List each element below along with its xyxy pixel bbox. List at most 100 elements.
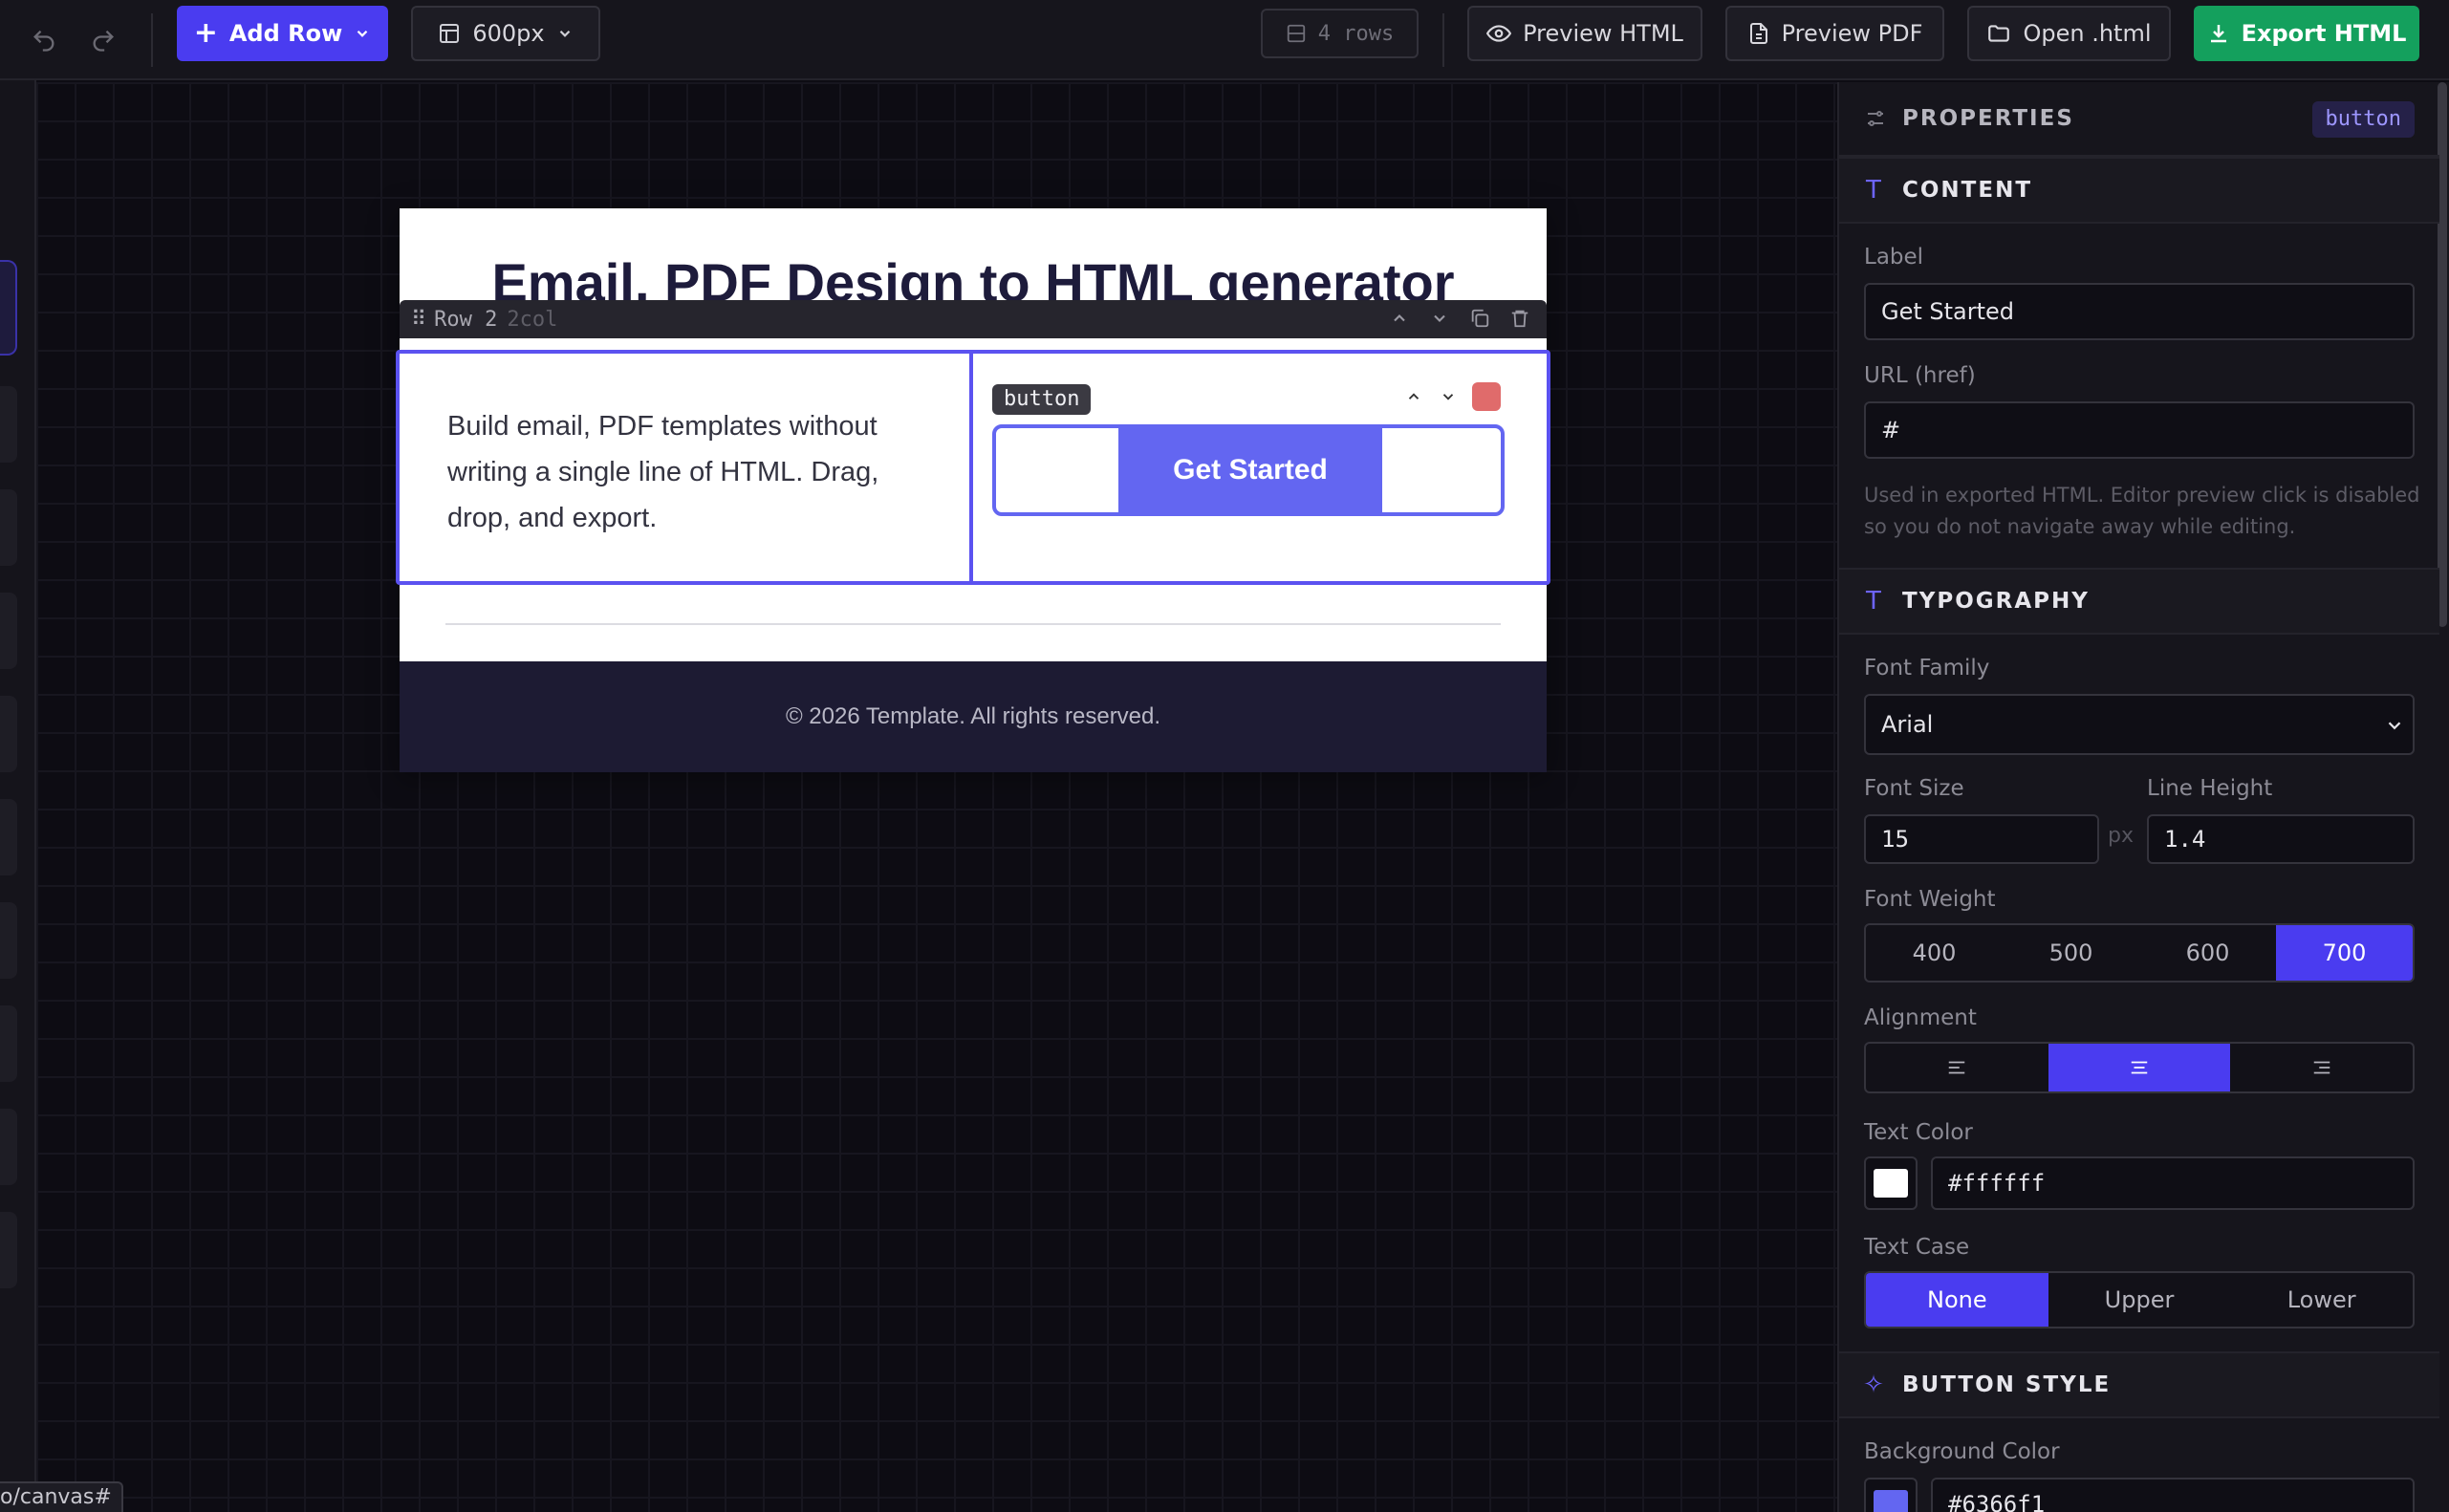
sidebar-tab[interactable] (0, 799, 17, 875)
undo-icon[interactable] (23, 19, 65, 61)
email-footer[interactable]: © 2026 Template. All rights reserved. (400, 661, 1547, 772)
footer-text: © 2026 Template. All rights reserved. (785, 703, 1161, 729)
preview-pdf-button[interactable]: Preview PDF (1725, 6, 1944, 61)
chevron-down-icon[interactable] (1438, 382, 1459, 411)
line-height-label: Line Height (2147, 776, 2273, 801)
button-block-frame[interactable]: Get Started (992, 424, 1505, 516)
align-left-icon (1949, 1061, 1965, 1074)
folder-icon (1988, 25, 2010, 42)
rows-icon (1287, 24, 1305, 43)
email-document: Email, PDF Design to HTML generator ⠿ Ro… (396, 208, 1550, 772)
download-icon (2210, 25, 2226, 43)
chevron-up-icon[interactable] (1403, 382, 1424, 411)
label-input[interactable]: Get Started (1864, 283, 2415, 340)
sliders-icon (1868, 111, 1883, 126)
background-color-swatch[interactable] (1864, 1478, 1918, 1512)
sidebar-tab[interactable] (0, 1212, 17, 1288)
delete-block-button[interactable] (1472, 382, 1501, 411)
row-toolbar: ⠿ Row 2 2col (400, 300, 1547, 338)
typography-section-title: TYPOGRAPHY (1902, 589, 2090, 614)
alignment-selector (1864, 1042, 2415, 1093)
get-started-button[interactable]: Get Started (1118, 424, 1382, 516)
toolbar-divider (151, 13, 153, 67)
status-url-tooltip: o/canvas# (0, 1481, 123, 1512)
block-type-chip: button (992, 384, 1092, 415)
properties-title: PROPERTIES (1902, 106, 2074, 131)
text-case-label: Text Case (1864, 1235, 1970, 1260)
chevron-down-icon[interactable] (1426, 304, 1453, 333)
font-weight-option-400[interactable]: 400 (1866, 925, 2003, 981)
column-left[interactable]: Build email, PDF templates without writi… (400, 354, 973, 581)
background-color-input[interactable]: #6366f1 (1931, 1478, 2415, 1512)
left-sidebar-collapsed (0, 80, 36, 1512)
background-color-label: Background Color (1864, 1439, 2060, 1464)
text-case-none[interactable]: None (1866, 1273, 2048, 1327)
block-controls (1403, 382, 1501, 411)
font-size-unit: px (2108, 824, 2134, 848)
label-field-label: Label (1864, 245, 1924, 270)
row-2-selected[interactable]: Build email, PDF templates without writi… (396, 350, 1550, 585)
chevron-down-icon (357, 30, 368, 37)
button-style-section-header[interactable]: ✧ BUTTON STYLE (1839, 1351, 2439, 1418)
magic-wand-icon: ✧ (1863, 1371, 1884, 1399)
text-color-label: Text Color (1864, 1120, 1973, 1145)
redo-icon[interactable] (82, 19, 124, 61)
plus-icon: + (193, 16, 218, 50)
sidebar-tab[interactable] (0, 489, 17, 566)
align-center-icon (2131, 1061, 2148, 1074)
text-case-lower[interactable]: Lower (2230, 1273, 2413, 1327)
toolbar-divider (1442, 13, 1444, 67)
preview-pdf-label: Preview PDF (1781, 20, 1923, 47)
open-html-button[interactable]: Open .html (1967, 6, 2171, 61)
export-html-button[interactable]: Export HTML (2194, 6, 2419, 61)
design-canvas: Email, PDF Design to HTML generator ⠿ Ro… (36, 82, 1837, 1512)
text-case-upper[interactable]: Upper (2048, 1273, 2231, 1327)
text-case-selector: None Upper Lower (1864, 1271, 2415, 1328)
font-size-input[interactable]: 15 (1864, 814, 2099, 864)
text-color-input[interactable]: #ffffff (1931, 1156, 2415, 1210)
url-help-text: Used in exported HTML. Editor preview cl… (1864, 484, 2420, 538)
chevron-up-icon[interactable] (1386, 304, 1413, 333)
properties-header: PROPERTIES button (1839, 82, 2439, 157)
font-weight-option-700[interactable]: 700 (2276, 925, 2413, 981)
font-weight-option-500[interactable]: 500 (2003, 925, 2139, 981)
drag-handle-icon[interactable]: ⠿ (411, 308, 426, 332)
align-right-button[interactable] (2230, 1044, 2413, 1091)
export-html-label: Export HTML (2241, 20, 2407, 47)
sidebar-tab[interactable] (0, 386, 17, 463)
add-row-label: Add Row (228, 20, 343, 47)
align-right-icon (2313, 1061, 2330, 1074)
divider-line (445, 623, 1501, 625)
text-color-swatch[interactable] (1864, 1156, 1918, 1210)
url-input[interactable]: # (1864, 401, 2415, 459)
eye-icon (1486, 25, 1512, 42)
add-row-button[interactable]: + Add Row (177, 6, 388, 61)
sidebar-active-tab[interactable] (0, 260, 17, 356)
sidebar-tab[interactable] (0, 1109, 17, 1185)
preview-html-label: Preview HTML (1523, 20, 1683, 47)
preview-html-button[interactable]: Preview HTML (1467, 6, 1702, 61)
row-label: Row 2 (434, 307, 498, 332)
trash-icon[interactable] (1506, 304, 1533, 333)
font-weight-selector: 400 500 600 700 (1864, 923, 2415, 983)
row-type-label: 2col (507, 307, 558, 332)
alignment-label: Alignment (1864, 1005, 1977, 1030)
button-style-section-title: BUTTON STYLE (1902, 1372, 2112, 1397)
font-family-select[interactable]: Arial (1864, 694, 2415, 755)
font-weight-option-600[interactable]: 600 (2139, 925, 2276, 981)
duplicate-icon[interactable] (1466, 304, 1493, 333)
sidebar-tab[interactable] (0, 1005, 17, 1082)
sidebar-tab[interactable] (0, 696, 17, 772)
line-height-input[interactable]: 1.4 (2147, 814, 2415, 864)
body-text-block[interactable]: Build email, PDF templates without writi… (447, 403, 925, 541)
align-center-button[interactable] (2048, 1044, 2231, 1091)
width-select[interactable]: 600px (411, 6, 600, 61)
sidebar-tab[interactable] (0, 902, 17, 979)
font-weight-label: Font Weight (1864, 887, 1996, 912)
text-icon: T (1866, 587, 1881, 616)
typography-section-header[interactable]: T TYPOGRAPHY (1839, 568, 2439, 635)
align-left-button[interactable] (1866, 1044, 2048, 1091)
email-heading[interactable]: Email, PDF Design to HTML generator (400, 247, 1547, 300)
content-section-header[interactable]: T CONTENT (1839, 157, 2439, 224)
sidebar-tab[interactable] (0, 593, 17, 669)
